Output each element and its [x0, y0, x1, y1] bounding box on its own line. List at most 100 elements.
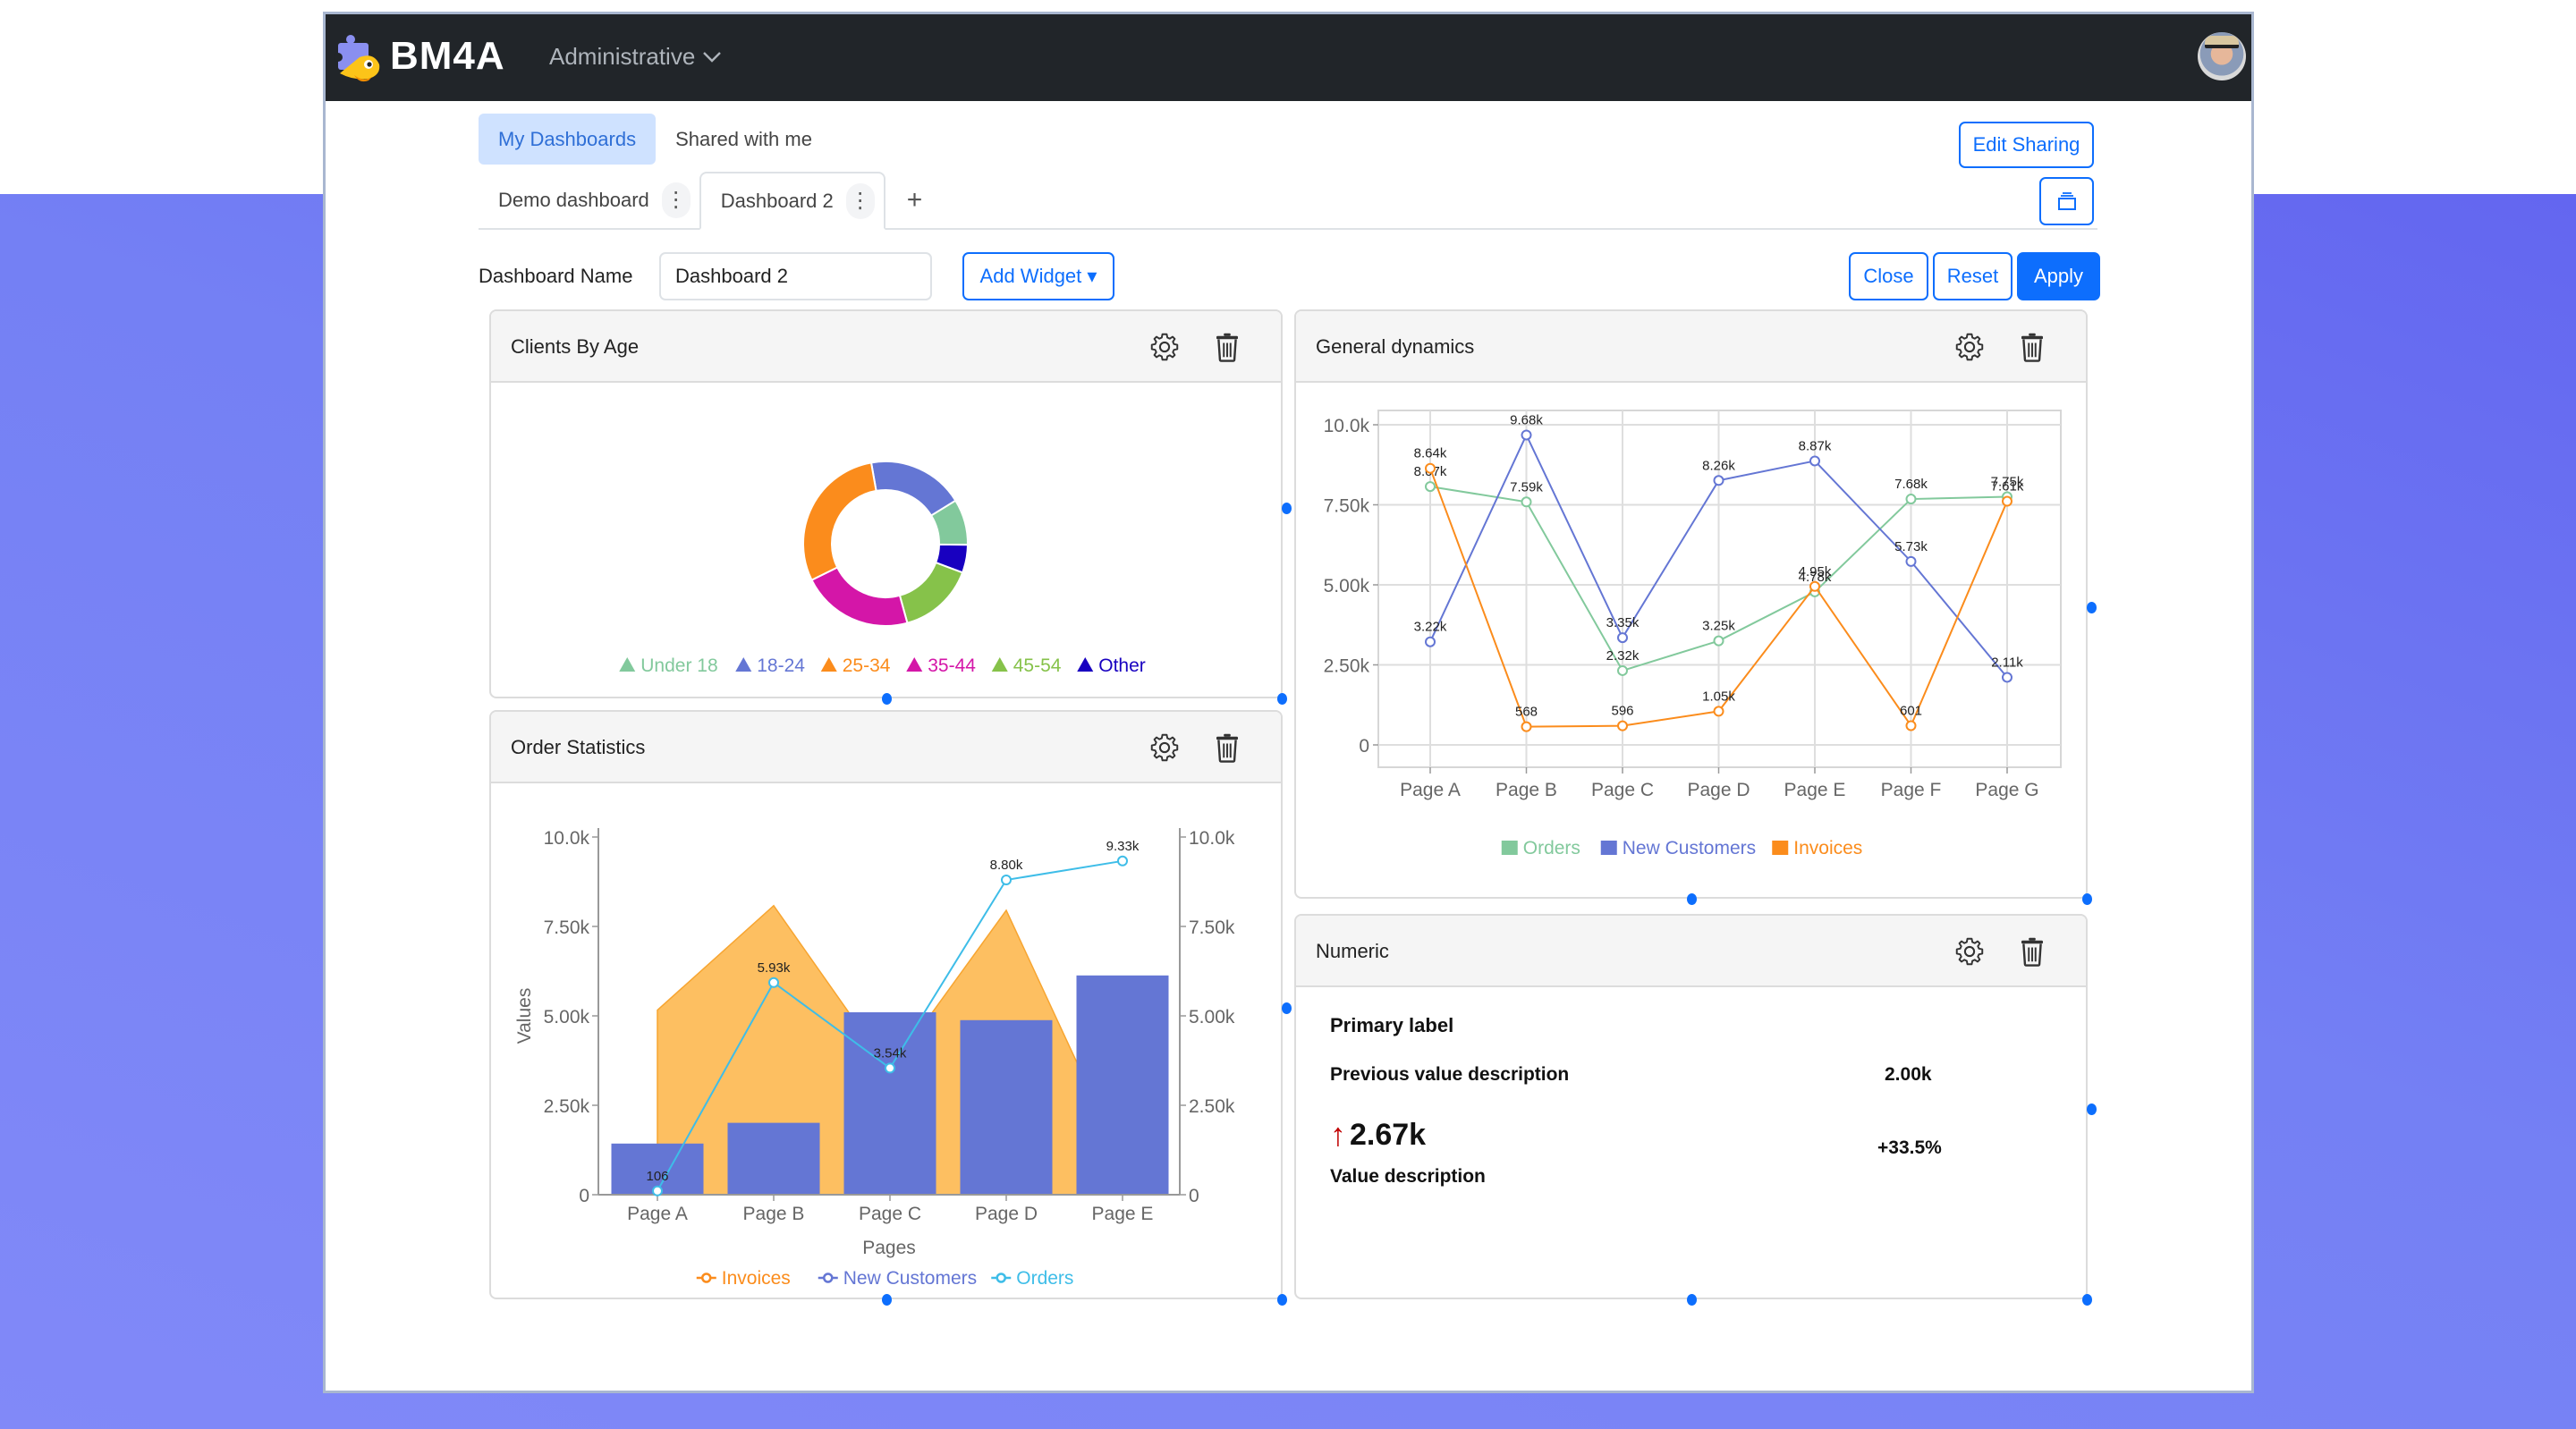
widget-clients-by-age: Clients By Age Under 18 18-24 25-34 35-44 45…: [489, 309, 1283, 698]
x-tick-label: Page E: [1784, 780, 1846, 800]
data-point: [1809, 455, 1820, 467]
new-customers-bar: [1076, 975, 1169, 1195]
reset-button[interactable]: Reset: [1933, 252, 2012, 300]
resize-handle-corner[interactable]: [2082, 1294, 2092, 1306]
current-value: ↑ 2.67k: [1330, 1116, 1426, 1154]
legend-label: Other: [1098, 655, 1146, 676]
data-label: 9.68k: [1510, 412, 1543, 427]
layout-toggle-button[interactable]: [2039, 177, 2094, 225]
apply-button[interactable]: Apply: [2017, 252, 2100, 300]
legend-label: Invoices: [722, 1268, 791, 1289]
tab-dashboard-2[interactable]: Dashboard 2 ⋮: [699, 172, 886, 230]
chart-legend: Orders New Customers Invoices: [1501, 838, 1862, 858]
data-label: 3.54k: [874, 1045, 907, 1061]
trash-icon[interactable]: [2016, 331, 2048, 363]
brand-name[interactable]: BM4A: [390, 34, 505, 79]
chevron-down-icon: [703, 51, 722, 63]
y-tick-label: 7.50k: [1324, 496, 1370, 517]
data-point: [1521, 721, 1532, 732]
widget-general-dynamics: General dynamics 0 2.50k 5.00k 7.50k 10.0k Pa…: [1294, 309, 2088, 899]
dashboard-name-input[interactable]: [659, 252, 932, 300]
organization-dropdown[interactable]: Administrative: [549, 43, 722, 71]
kebab-menu-icon[interactable]: ⋮: [661, 182, 691, 218]
kebab-menu-icon[interactable]: ⋮: [845, 182, 875, 219]
x-axis-title: Pages: [862, 1238, 916, 1258]
y-tick-label: 5.00k: [1324, 576, 1370, 596]
data-label: 3.22k: [1414, 620, 1447, 635]
y-tick-label-right: 2.50k: [1189, 1096, 1235, 1117]
trash-icon[interactable]: [2016, 935, 2048, 968]
edit-sharing-button[interactable]: Edit Sharing: [1959, 122, 2094, 168]
legend-triangle-icon: [1077, 657, 1094, 672]
resize-handle-right[interactable]: [2087, 602, 2097, 613]
widget-header: General dynamics: [1296, 311, 2086, 383]
legend-label: 18-24: [757, 655, 805, 676]
data-label: 9.33k: [1106, 839, 1140, 854]
y-axis-title: Values: [514, 988, 535, 1044]
trash-icon[interactable]: [1211, 331, 1243, 363]
resize-handle-right[interactable]: [2087, 1103, 2097, 1115]
data-point: [1425, 481, 1436, 493]
y-tick-label-left: 2.50k: [544, 1096, 590, 1117]
orders-point: [885, 1062, 895, 1074]
resize-handle-right[interactable]: [1282, 503, 1292, 514]
primary-label: Primary label: [1330, 1014, 1454, 1036]
widget-header: Clients By Age: [491, 311, 1281, 383]
organization-label: Administrative: [549, 43, 696, 70]
resize-handle-right[interactable]: [1282, 1002, 1292, 1014]
data-point: [1905, 494, 1917, 505]
gear-icon[interactable]: [1953, 935, 1986, 968]
orders-point: [1001, 875, 1012, 885]
gear-icon[interactable]: [1148, 331, 1181, 363]
user-avatar[interactable]: [2198, 32, 2246, 80]
x-tick-label: Page D: [975, 1204, 1038, 1224]
resize-handle-corner[interactable]: [2082, 893, 2092, 905]
legend-label: Orders: [1016, 1268, 1073, 1289]
resize-handle-bottom[interactable]: [882, 1294, 892, 1306]
gear-icon[interactable]: [1148, 731, 1181, 764]
y-tick-label: 10.0k: [1324, 416, 1370, 436]
resize-handle-bottom[interactable]: [882, 693, 892, 705]
add-widget-dropdown[interactable]: Add Widget ▾: [962, 252, 1114, 300]
resize-handle-bottom[interactable]: [1687, 893, 1697, 905]
resize-handle-bottom[interactable]: [1687, 1294, 1697, 1306]
tab-my-dashboards[interactable]: My Dashboards: [479, 114, 657, 165]
clients-by-age-chart: Under 18 18-24 25-34 35-44 45-54 Other: [619, 461, 1146, 676]
add-dashboard-button[interactable]: +: [886, 172, 945, 228]
chart-legend: Invoices New Customers Orders: [696, 1268, 1073, 1289]
tab-demo-dashboard[interactable]: Demo dashboard ⋮: [479, 172, 699, 228]
gear-icon[interactable]: [1953, 331, 1986, 363]
current-value-text: 2.67k: [1350, 1117, 1427, 1152]
legend-triangle-icon: [735, 657, 752, 672]
data-label: 8.64k: [1414, 446, 1447, 461]
data-label: 568: [1515, 705, 1538, 720]
trash-icon[interactable]: [1211, 731, 1243, 764]
y-tick-label-left: 5.00k: [544, 1007, 590, 1027]
dashboard-tabs: Demo dashboard ⋮ Dashboard 2 ⋮ +: [479, 172, 2097, 230]
legend-label: New Customers: [843, 1268, 977, 1289]
resize-handle-corner[interactable]: [1277, 1294, 1287, 1306]
close-button[interactable]: Close: [1849, 252, 1928, 300]
x-tick-label: Page B: [1496, 780, 1557, 800]
legend-marker-icon: [823, 1273, 834, 1283]
dashboard-scope-tabs: My Dashboards Shared with me: [479, 114, 832, 165]
data-label: 8.26k: [1702, 458, 1735, 473]
widget-header: Numeric: [1296, 916, 2086, 987]
widget-numeric: Numeric Primary label Previous value des…: [1294, 914, 2088, 1299]
data-label: 3.35k: [1606, 615, 1640, 630]
x-tick-label: Page F: [1881, 780, 1942, 800]
data-label: 5.73k: [1894, 539, 1928, 554]
data-label: 106: [646, 1169, 668, 1184]
data-label: 2.11k: [1991, 655, 2023, 670]
widget-title: Numeric: [1316, 940, 1389, 962]
widget-order-statistics: Order Statistics 0 0 2.50k 2.50k 5.00k 5.00k 7…: [489, 710, 1283, 1299]
y-tick-label-right: 7.50k: [1189, 917, 1235, 938]
data-label: 5.93k: [758, 960, 791, 976]
data-point: [1521, 496, 1532, 508]
data-label: 7.59k: [1510, 479, 1543, 495]
x-tick-label: Page A: [627, 1204, 688, 1224]
widget-title: General dynamics: [1316, 335, 1475, 358]
tab-shared-with-me[interactable]: Shared with me: [656, 114, 832, 165]
resize-handle-corner[interactable]: [1277, 693, 1287, 705]
legend-triangle-icon: [619, 657, 636, 672]
